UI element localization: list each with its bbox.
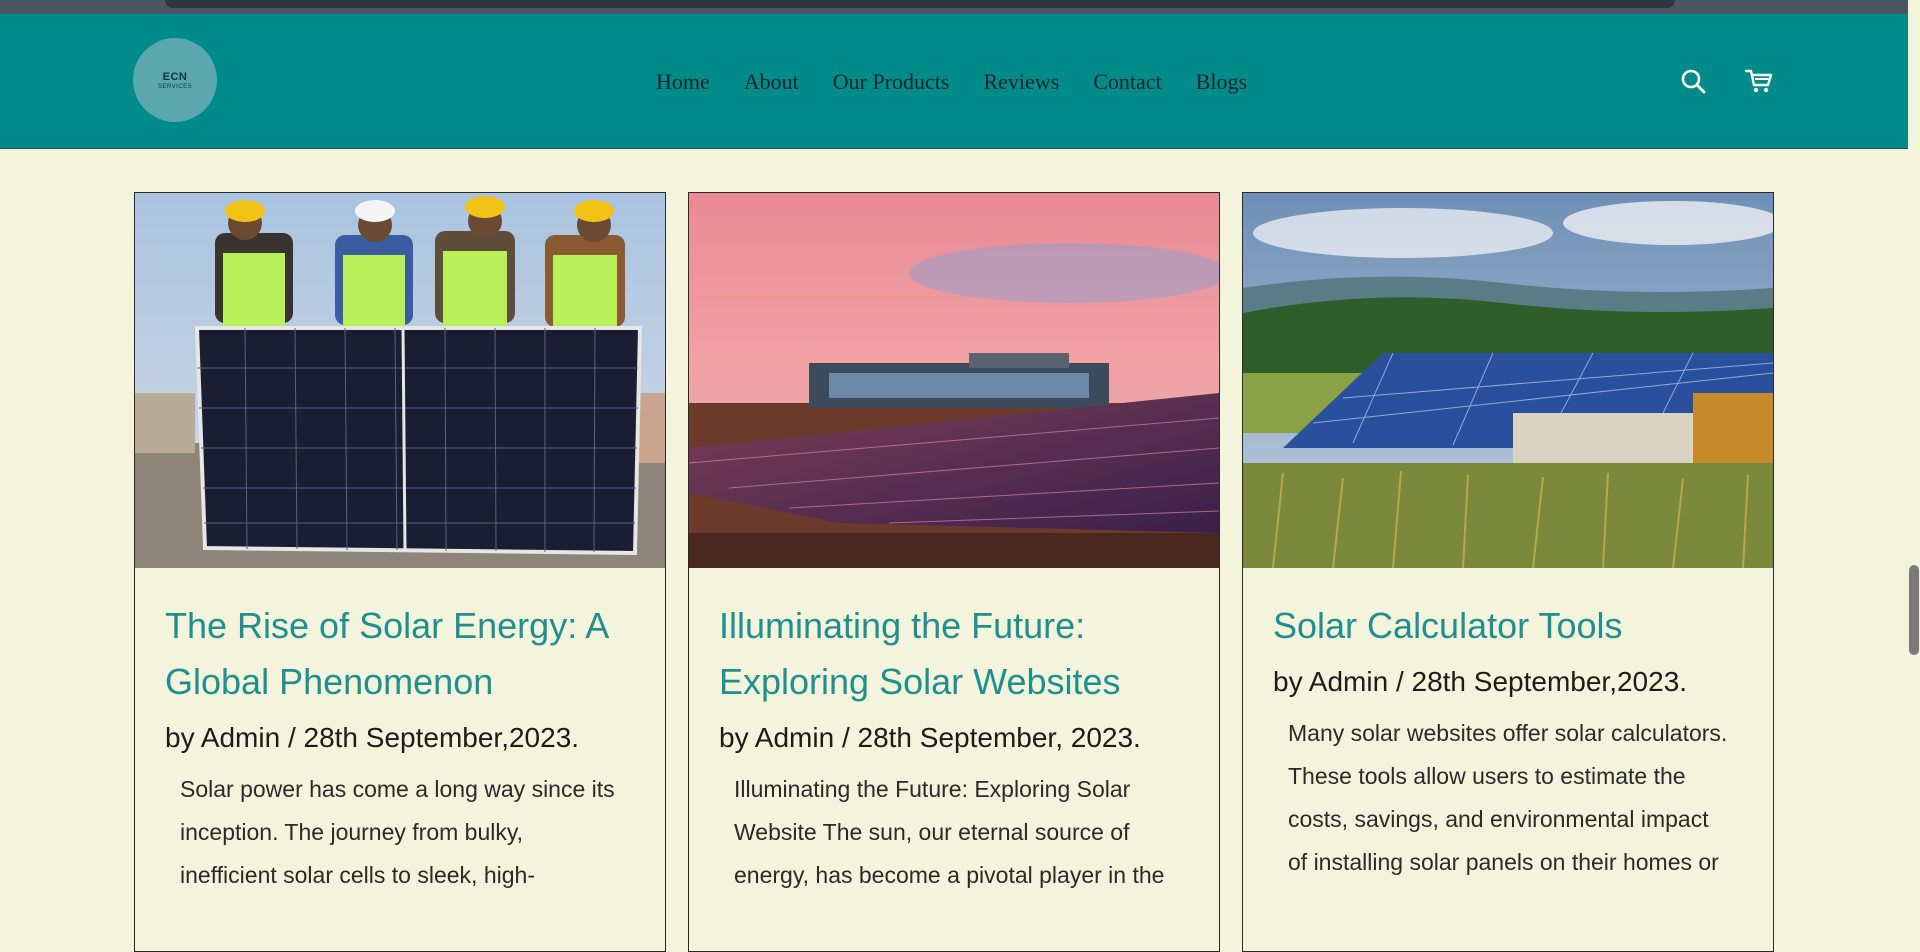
logo-text: ECN [162,70,188,83]
browser-top-strip [0,0,1920,14]
search-icon[interactable] [1678,66,1708,96]
browser-bar [165,0,1675,8]
blog-card-image[interactable] [1243,193,1773,568]
blog-card[interactable]: The Rise of Solar Energy: A Global Pheno… [134,192,666,952]
blog-card[interactable]: Illuminating the Future: Exploring Solar… [688,192,1220,952]
nav-about[interactable]: About [744,69,799,95]
blog-card-excerpt: Solar power has come a long way since it… [180,776,615,888]
scrollbar-thumb[interactable] [1909,565,1919,655]
cart-icon[interactable] [1744,66,1774,96]
header-actions [1678,66,1774,96]
page-scrollbar[interactable] [1908,0,1920,918]
blog-card-title[interactable]: The Rise of Solar Energy: A Global Pheno… [165,598,637,710]
blog-card[interactable]: Solar Calculator Tools by Admin / 28th S… [1242,192,1774,952]
nav-contact[interactable]: Contact [1093,69,1161,95]
blog-card-excerpt: Illuminating the Future: Exploring Solar… [734,776,1165,888]
blog-card-meta: by Admin / 28th September,2023. [165,722,580,753]
main-nav: Home About Our Products Reviews Contact … [656,14,1247,149]
logo[interactable]: ECN SERVICES [133,38,217,122]
blog-card-image[interactable] [689,193,1219,568]
site-header: ECN SERVICES Home About Our Products Rev… [0,14,1908,149]
blog-card-meta: by Admin / 28th September,2023. [1273,666,1688,697]
blog-card-excerpt: Many solar websites offer solar calculat… [1288,720,1728,875]
blog-card-title[interactable]: Solar Calculator Tools [1273,598,1745,654]
blog-card-image[interactable] [135,193,665,568]
nav-our-products[interactable]: Our Products [833,69,950,95]
blog-card-title[interactable]: Illuminating the Future: Exploring Solar… [719,598,1191,710]
logo-subtext: SERVICES [157,83,193,90]
nav-home[interactable]: Home [656,69,710,95]
blog-card-meta: by Admin / 28th September, 2023. [719,722,1141,753]
nav-blogs[interactable]: Blogs [1196,69,1247,95]
nav-reviews[interactable]: Reviews [983,69,1059,95]
